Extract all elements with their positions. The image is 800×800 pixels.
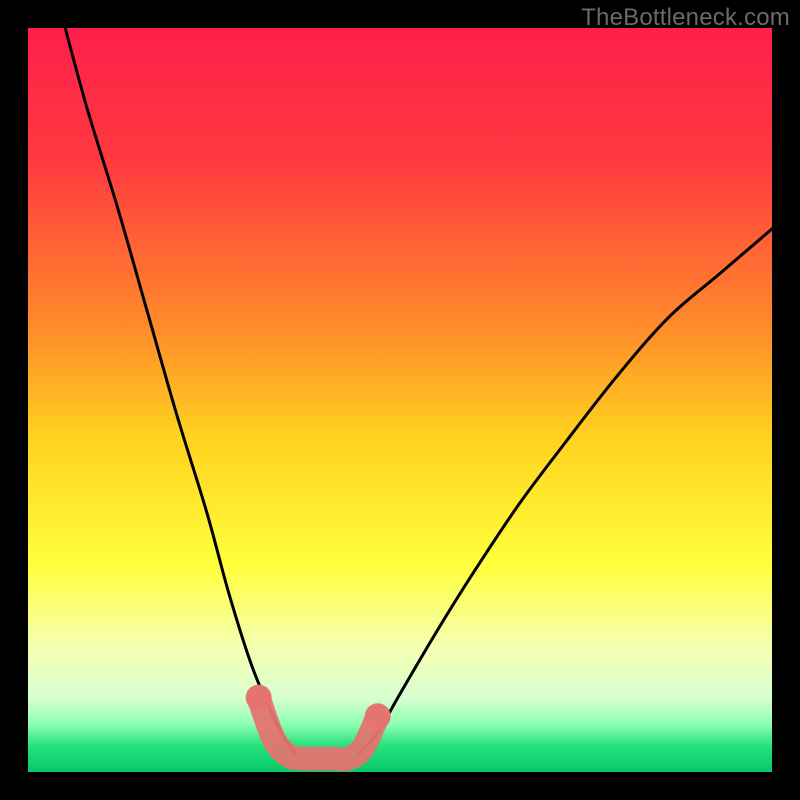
plot-area bbox=[28, 28, 772, 772]
chart-svg bbox=[28, 28, 772, 772]
chart-frame: TheBottleneck.com bbox=[0, 0, 800, 800]
gradient-background bbox=[28, 28, 772, 772]
band-endcap-left bbox=[246, 685, 272, 711]
band-endcap-right bbox=[365, 703, 391, 729]
watermark-text: TheBottleneck.com bbox=[581, 4, 790, 32]
